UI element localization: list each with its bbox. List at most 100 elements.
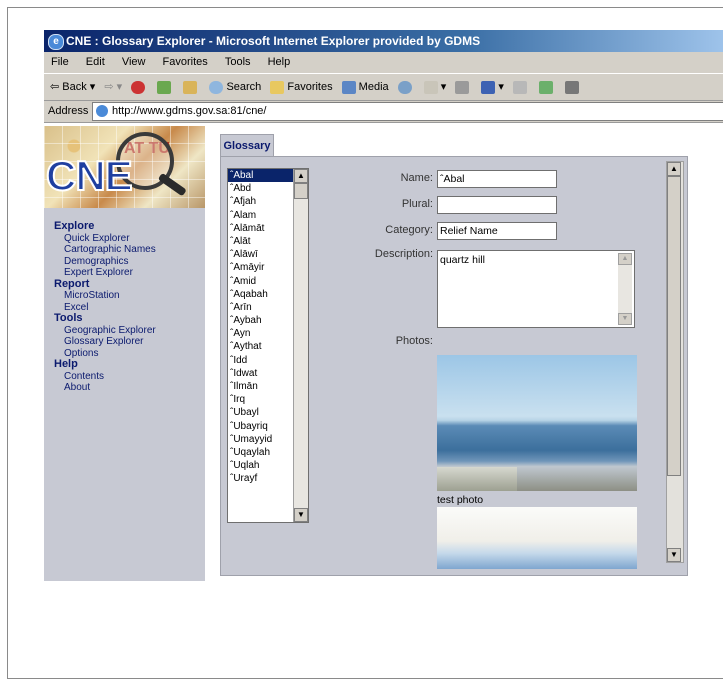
glossary-list-item[interactable]: ˆUqlah — [228, 459, 293, 472]
mail-icon — [423, 80, 438, 94]
panel-scroll-thumb[interactable] — [667, 176, 681, 476]
favorites-label: Favorites — [287, 81, 333, 93]
name-field[interactable]: ˆAbal — [437, 170, 557, 188]
home-button[interactable] — [183, 74, 200, 100]
glossary-list-item[interactable]: ˆAyn — [228, 327, 293, 340]
tab-glossary[interactable]: Glossary — [220, 134, 274, 157]
glossary-list-item[interactable]: ˆUbayl — [228, 406, 293, 419]
glossary-panel: ˆAbal ˆAbd ˆAfjah ˆAlam ˆAlāmāt ˆAlāt ˆAlāwī ˆA… — [220, 156, 688, 576]
glossary-list-item[interactable]: ˆUrayf — [228, 472, 293, 485]
panel-scrollbar[interactable]: ▲ ▼ — [666, 161, 684, 563]
mail-button[interactable]: ▾ — [423, 74, 446, 100]
nav-item-contents[interactable]: Contents — [54, 371, 156, 383]
glossary-list-item[interactable]: ˆIdd — [228, 354, 293, 367]
menu-tools[interactable]: Tools — [218, 52, 258, 73]
logo-text: CNE — [45, 151, 134, 200]
menu-bar: File Edit View Favorites Tools Help — [44, 52, 723, 73]
menu-file[interactable]: File — [44, 52, 76, 73]
plural-field[interactable] — [437, 196, 557, 214]
list-scroll-down-icon[interactable]: ▼ — [294, 508, 308, 522]
search-button[interactable]: Search — [209, 74, 261, 100]
nav-section-help[interactable]: Help — [54, 358, 156, 371]
nav-item-microstation[interactable]: MicroStation — [54, 290, 156, 302]
glossary-list-item[interactable]: ˆAlam — [228, 209, 293, 222]
nav-section-report[interactable]: Report — [54, 278, 156, 291]
glossary-list-item[interactable]: ˆAythat — [228, 340, 293, 353]
home-icon — [183, 80, 198, 94]
back-arrow-icon: ⇦ — [50, 81, 60, 93]
nav-item-demographics[interactable]: Demographics — [54, 256, 156, 268]
glossary-list-item[interactable]: ˆAbal — [228, 169, 293, 183]
glossary-list-rows: ˆAbal ˆAbd ˆAfjah ˆAlam ˆAlāmāt ˆAlāt ˆAlāwī ˆA… — [228, 169, 293, 486]
glossary-list-item[interactable]: ˆAlāmāt — [228, 222, 293, 235]
stop-icon — [131, 80, 146, 94]
menu-favorites[interactable]: Favorites — [156, 52, 215, 73]
nav-item-quick-explorer[interactable]: Quick Explorer — [54, 233, 156, 245]
glossary-list[interactable]: ˆAbal ˆAbd ˆAfjah ˆAlam ˆAlāmāt ˆAlāt ˆAlāwī ˆA… — [227, 168, 309, 523]
menu-view[interactable]: View — [115, 52, 153, 73]
address-input[interactable]: http://www.gdms.gov.sa:81/cne/ — [92, 102, 723, 121]
discuss-button[interactable] — [513, 74, 530, 100]
nav-section-explore[interactable]: Explore — [54, 220, 156, 233]
nav-item-geographic-explorer[interactable]: Geographic Explorer — [54, 325, 156, 337]
plural-label: Plural: — [401, 198, 433, 210]
second-photo — [437, 507, 637, 569]
glossary-list-item[interactable]: ˆAfjah — [228, 195, 293, 208]
glossary-list-item[interactable]: ˆAqabah — [228, 288, 293, 301]
glossary-list-item[interactable]: ˆUmayyid — [228, 433, 293, 446]
edit-button[interactable]: ▾ — [481, 74, 504, 100]
glossary-list-item[interactable]: ˆAmāyir — [228, 261, 293, 274]
stop-button[interactable] — [131, 74, 148, 100]
photo-caption: test photo — [437, 494, 484, 506]
browser-window: e CNE : Glossary Explorer - Microsoft In… — [44, 30, 723, 583]
glossary-list-item[interactable]: ˆAlāwī — [228, 248, 293, 261]
back-label: Back — [62, 81, 87, 93]
refresh-button[interactable] — [157, 74, 174, 100]
list-scroll-thumb[interactable] — [294, 183, 308, 199]
list-scrollbar[interactable]: ▲ ▼ — [293, 169, 308, 522]
description-scrollbar[interactable]: ▲ ▼ — [618, 253, 632, 325]
category-field[interactable]: Relief Name — [437, 222, 557, 240]
glossary-list-item[interactable]: ˆIdwat — [228, 367, 293, 380]
messenger-button[interactable] — [539, 74, 556, 100]
glossary-list-item[interactable]: ˆArīn — [228, 301, 293, 314]
media-label: Media — [358, 81, 389, 93]
sea-photo — [437, 355, 637, 491]
menu-edit[interactable]: Edit — [79, 52, 112, 73]
nav-section-tools[interactable]: Tools — [54, 312, 156, 325]
history-icon — [397, 80, 412, 94]
tools-icon — [565, 80, 580, 94]
panel-scroll-up-icon[interactable]: ▲ — [667, 162, 681, 176]
nav-item-expert-explorer[interactable]: Expert Explorer — [54, 267, 156, 279]
glossary-list-item[interactable]: ˆUqaylah — [228, 446, 293, 459]
glossary-list-item[interactable]: ˆUbayriq — [228, 420, 293, 433]
glossary-list-item[interactable]: ˆIrq — [228, 393, 293, 406]
main-area: Glossary ˆAbal ˆAbd ˆAfjah ˆAlam ˆAlāmāt ˆAlā… — [217, 123, 723, 581]
glossary-list-item[interactable]: ˆAbd — [228, 182, 293, 195]
print-button[interactable] — [455, 74, 472, 100]
glossary-list-item[interactable]: ˆAmid — [228, 275, 293, 288]
media-button[interactable]: Media — [341, 74, 389, 100]
panel-scroll-down-icon[interactable]: ▼ — [667, 548, 681, 562]
description-field[interactable]: quartz hill ▲ ▼ — [437, 250, 635, 328]
address-url: http://www.gdms.gov.sa:81/cne/ — [112, 105, 267, 117]
word-icon — [481, 80, 496, 94]
glossary-list-item[interactable]: ˆIlmān — [228, 380, 293, 393]
favorites-button[interactable]: Favorites — [270, 74, 333, 100]
description-scroll-down-icon[interactable]: ▼ — [618, 313, 632, 325]
back-button[interactable]: ⇦ Back ▾ — [50, 74, 95, 100]
description-text: quartz hill — [440, 254, 485, 266]
forward-button[interactable]: ⇨ ▾ — [104, 74, 122, 100]
glossary-list-item[interactable]: ˆAybah — [228, 314, 293, 327]
history-button[interactable] — [397, 74, 415, 100]
description-scroll-up-icon[interactable]: ▲ — [618, 253, 632, 265]
menu-help[interactable]: Help — [261, 52, 298, 73]
nav-item-about[interactable]: About — [54, 382, 156, 394]
nav-item-glossary-explorer[interactable]: Glossary Explorer — [54, 336, 156, 348]
nav-item-cartographic-names[interactable]: Cartographic Names — [54, 244, 156, 256]
tools-button[interactable] — [565, 74, 582, 100]
glossary-list-item[interactable]: ˆAlāt — [228, 235, 293, 248]
address-label: Address — [48, 105, 89, 117]
list-scroll-up-icon[interactable]: ▲ — [294, 169, 308, 183]
nav-menu: Explore Quick Explorer Cartographic Name… — [54, 220, 156, 394]
